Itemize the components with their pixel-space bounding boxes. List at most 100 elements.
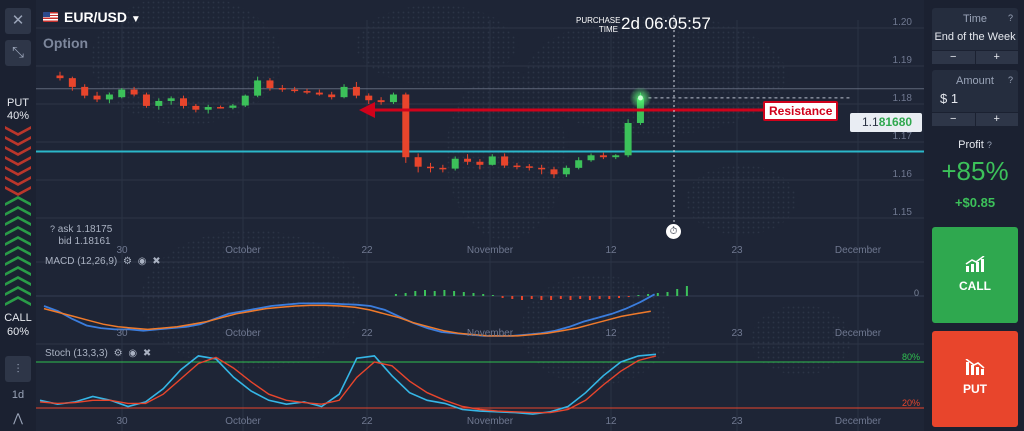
macd-histogram-bar xyxy=(433,291,436,296)
left-toolbar: ✕ ⤡ PUT 40% CALL 60% ⫶ 1d ⋀ xyxy=(0,0,36,431)
chart-area[interactable]: 1.20 1.19 1.18 1.17 1.16 1.15 30 30 30 October Oct… xyxy=(36,0,924,431)
help-icon[interactable]: ? xyxy=(1008,75,1013,85)
gear-icon[interactable]: ⚙ xyxy=(123,256,132,267)
time-stepper: − + xyxy=(932,50,1018,64)
time-axis-label: 23 xyxy=(731,328,743,339)
time-selector[interactable]: Time ? End of the Week − + xyxy=(932,8,1018,64)
candle-body xyxy=(142,94,150,106)
macd-histogram-bar xyxy=(482,294,485,296)
call-sentiment-chevron xyxy=(5,286,31,296)
macd-histogram-bar xyxy=(618,296,620,298)
chevron-down-icon: ▼ xyxy=(130,14,141,25)
candle-body xyxy=(328,94,336,98)
price-axis-label: 1.15 xyxy=(893,207,913,218)
candle-body xyxy=(68,78,76,87)
macd-histogram-bar xyxy=(453,291,456,296)
candle-body xyxy=(291,89,299,92)
trading-app: ✕ ⤡ PUT 40% CALL 60% ⫶ 1d ⋀ 1.20 1.19 1.… xyxy=(0,0,1024,431)
us-flag-icon xyxy=(43,12,58,22)
asset-selector[interactable]: EUR/USD ▼ xyxy=(64,9,141,25)
macd-histogram-bar xyxy=(627,296,630,297)
call-sentiment-chevron xyxy=(5,196,31,206)
amount-selector[interactable]: Amount ? $ 1 − + xyxy=(932,70,1018,126)
candle-body xyxy=(180,98,187,106)
candlestick-chart-icon[interactable]: ⫶ xyxy=(5,356,31,382)
time-axis-label: December xyxy=(835,328,882,339)
amount-label: Amount xyxy=(956,75,994,87)
candle-body xyxy=(118,89,126,98)
candle-body xyxy=(340,86,348,98)
put-button[interactable]: PUT xyxy=(932,331,1018,427)
drawing-tool-icon[interactable]: ⋀ xyxy=(5,405,31,431)
help-icon[interactable]: ? xyxy=(987,140,992,150)
purchase-time-label-line2: TIME xyxy=(598,25,618,34)
price-axis-label: 1.18 xyxy=(893,93,913,104)
profit-label: Profit ? xyxy=(932,139,1018,151)
price-highlight: 81680 xyxy=(878,115,913,129)
close-icon[interactable]: ✖ xyxy=(152,256,160,267)
candle-body xyxy=(254,80,262,96)
put-sentiment-chevron xyxy=(5,156,31,166)
put-sentiment-label: PUT xyxy=(7,97,29,109)
candle-body xyxy=(56,75,64,79)
call-sentiment-chevron xyxy=(5,246,31,256)
candle-body xyxy=(550,169,558,175)
call-sentiment-chevron xyxy=(5,296,31,306)
help-icon[interactable]: ? xyxy=(50,224,55,234)
candle-body xyxy=(538,167,546,170)
time-axis-label: 22 xyxy=(361,416,373,427)
put-sentiment-percent: 40% xyxy=(6,110,30,122)
eye-icon[interactable]: ◉ xyxy=(138,256,147,267)
candle-body xyxy=(427,166,434,169)
macd-histogram-bar xyxy=(676,289,679,296)
eye-icon[interactable]: ◉ xyxy=(128,348,137,359)
time-axis-label: December xyxy=(835,416,882,427)
candle-body xyxy=(612,155,620,158)
stopwatch-icon[interactable]: ⏱ xyxy=(666,224,681,239)
time-axis-label: November xyxy=(467,245,514,256)
map-landmass xyxy=(686,165,796,235)
amount-input[interactable]: $ 1 xyxy=(940,91,958,106)
amount-plus-button[interactable]: + xyxy=(974,113,1018,126)
trend-down-icon xyxy=(965,358,985,375)
help-icon[interactable]: ? xyxy=(1008,13,1013,23)
close-icon[interactable]: ✕ xyxy=(5,8,31,34)
call-sentiment-chevron xyxy=(5,216,31,226)
time-axis-label: November xyxy=(467,328,514,339)
macd-histogram-bar xyxy=(608,296,611,299)
candle-body xyxy=(389,94,397,103)
candle-body xyxy=(488,156,496,165)
candle-body xyxy=(229,105,237,108)
time-value: End of the Week xyxy=(934,31,1016,43)
close-icon[interactable]: ✖ xyxy=(143,348,151,359)
candle-body xyxy=(451,158,459,169)
time-axis-label: 30 xyxy=(116,245,128,256)
call-sentiment-chevron xyxy=(5,236,31,246)
call-sentiment-chevron xyxy=(5,266,31,276)
gear-icon[interactable]: ⚙ xyxy=(114,348,123,359)
macd-histogram-bar xyxy=(540,296,543,300)
macd-histogram-bar xyxy=(637,295,640,296)
resistance-label[interactable]: Resistance xyxy=(763,101,839,121)
current-price-tag: 1.181680 xyxy=(850,113,922,132)
price-chart: 1.20 1.19 1.18 1.17 1.16 1.15 30 30 30 October Oct… xyxy=(36,0,924,431)
candle-body xyxy=(562,167,570,175)
time-plus-button[interactable]: + xyxy=(974,51,1018,64)
macd-histogram-bar xyxy=(443,290,446,296)
amount-minus-button[interactable]: − xyxy=(932,113,975,126)
time-minus-button[interactable]: − xyxy=(932,51,975,64)
macd-histogram-bar xyxy=(501,296,504,298)
time-axis-label: November xyxy=(467,416,514,427)
collapse-arrows-icon[interactable]: ⤡ xyxy=(5,40,31,66)
purchase-timer: 2d 06:05:57 xyxy=(621,14,711,33)
stoch-indicator-label: Stoch (13,3,3) ⚙ ◉ ✖ xyxy=(45,348,151,359)
put-button-label: PUT xyxy=(963,382,987,396)
price-axis-label: 1.17 xyxy=(893,131,913,142)
price-axis-label: 1.16 xyxy=(893,169,913,180)
purchase-time-label-line1: PURCHASE xyxy=(576,16,621,25)
macd-histogram-bar xyxy=(559,296,562,299)
candle-body xyxy=(278,88,286,90)
time-axis-label: 23 xyxy=(731,416,743,427)
put-sentiment-chevron xyxy=(5,166,31,176)
call-button[interactable]: CALL xyxy=(932,227,1018,323)
